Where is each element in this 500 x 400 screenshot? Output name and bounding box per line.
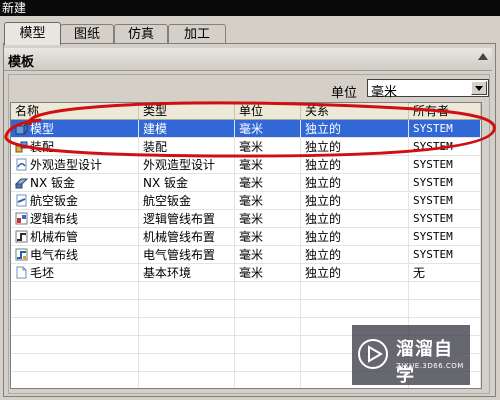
row-relation: 独立的 [301,228,409,246]
electrical-routing-icon [15,248,28,261]
tab-model[interactable]: 模型 [4,22,61,45]
column-header-name[interactable]: 名称 [11,103,139,119]
row-unit: 毫米 [235,138,301,156]
row-relation: 独立的 [301,210,409,228]
unit-select-value: 毫米 [371,85,398,100]
row-unit: 毫米 [235,156,301,174]
row-type: 机械管线布置 [139,228,235,246]
table-row[interactable]: 逻辑布线 逻辑管线布置 毫米 独立的 SYSTEM [11,210,481,228]
table-row[interactable]: 外观造型设计 外观造型设计 毫米 独立的 SYSTEM [11,156,481,174]
column-header-owner[interactable]: 所有者 [409,103,481,119]
table-row[interactable]: 电气布线 电气管线布置 毫米 独立的 SYSTEM [11,246,481,264]
template-section-header[interactable]: 模板 [4,48,492,71]
row-owner: SYSTEM [409,138,481,156]
play-logo-icon [356,337,390,374]
table-row[interactable]: 机械布管 机械管线布置 毫米 独立的 SYSTEM [11,228,481,246]
model-icon [14,121,29,136]
row-type: 建模 [139,120,235,138]
table-row[interactable]: 航空钣金 航空钣金 毫米 独立的 SYSTEM [11,192,481,210]
row-unit: 毫米 [235,228,301,246]
row-relation: 独立的 [301,156,409,174]
watermark: 溜溜自学 ZIXUE.3D66.COM [352,325,470,386]
table-header: 名称 类型 单位 关系 所有者 [11,103,481,120]
table-row[interactable]: NX 钣金 NX 钣金 毫米 独立的 SYSTEM [11,174,481,192]
row-owner: SYSTEM [409,174,481,192]
shape-studio-icon [15,158,28,171]
row-unit: 毫米 [235,192,301,210]
assembly-icon [15,140,28,153]
logical-routing-icon [15,212,28,225]
row-relation: 独立的 [301,264,409,282]
tab-manufacturing[interactable]: 加工 [168,24,226,44]
row-name: 机械布管 [30,230,79,244]
row-name: NX 钣金 [30,176,76,190]
row-type: 电气管线布置 [139,246,235,264]
row-unit: 毫米 [235,120,301,138]
tab-drawing[interactable]: 图纸 [60,24,114,44]
row-name: 航空钣金 [30,194,79,208]
table-row[interactable]: 模型 建模 毫米 独立的 SYSTEM [11,120,481,138]
mechanical-routing-icon [15,230,28,243]
row-unit: 毫米 [235,174,301,192]
aero-sheet-metal-icon [15,194,28,207]
row-type: 装配 [139,138,235,156]
sheet-metal-icon [14,176,29,189]
row-type: 基本环境 [139,264,235,282]
row-type: NX 钣金 [139,174,235,192]
empty-row [11,282,481,300]
row-relation: 独立的 [301,246,409,264]
empty-row [11,300,481,318]
row-name: 外观造型设计 [30,158,103,172]
row-relation: 独立的 [301,120,409,138]
table-row[interactable]: 毛坯 基本环境 毫米 独立的 无 [11,264,481,282]
row-name: 电气布线 [30,248,79,262]
watermark-title: 溜溜自学 [396,339,453,386]
row-owner: SYSTEM [409,156,481,174]
column-header-relation[interactable]: 关系 [301,103,409,119]
unit-row: 单位 毫米 [9,79,489,101]
row-owner: SYSTEM [409,120,481,138]
row-name: 模型 [30,122,55,136]
collapse-arrow-icon[interactable] [478,53,488,60]
row-type: 外观造型设计 [139,156,235,174]
row-owner: SYSTEM [409,210,481,228]
row-owner: SYSTEM [409,246,481,264]
row-relation: 独立的 [301,174,409,192]
row-owner: 无 [409,264,481,282]
window-title: 新建 [0,0,500,16]
dropdown-arrow-icon[interactable] [471,81,487,95]
unit-select[interactable]: 毫米 [367,79,489,100]
row-unit: 毫米 [235,210,301,228]
section-title: 模板 [8,55,35,70]
row-name: 毛坯 [30,266,55,280]
row-name: 装配 [30,140,55,154]
column-header-type[interactable]: 类型 [139,103,235,119]
blank-icon [15,266,28,279]
row-owner: SYSTEM [409,228,481,246]
row-unit: 毫米 [235,264,301,282]
row-relation: 独立的 [301,138,409,156]
row-type: 航空钣金 [139,192,235,210]
row-name: 逻辑布线 [30,212,79,226]
column-header-unit[interactable]: 单位 [235,103,301,119]
tab-simulation[interactable]: 仿真 [114,24,168,44]
row-type: 逻辑管线布置 [139,210,235,228]
unit-label: 单位 [331,86,358,101]
table-row[interactable]: 装配 装配 毫米 独立的 SYSTEM [11,138,481,156]
row-unit: 毫米 [235,246,301,264]
row-relation: 独立的 [301,192,409,210]
watermark-subtitle: ZIXUE.3D66.COM [396,362,464,370]
row-owner: SYSTEM [409,192,481,210]
